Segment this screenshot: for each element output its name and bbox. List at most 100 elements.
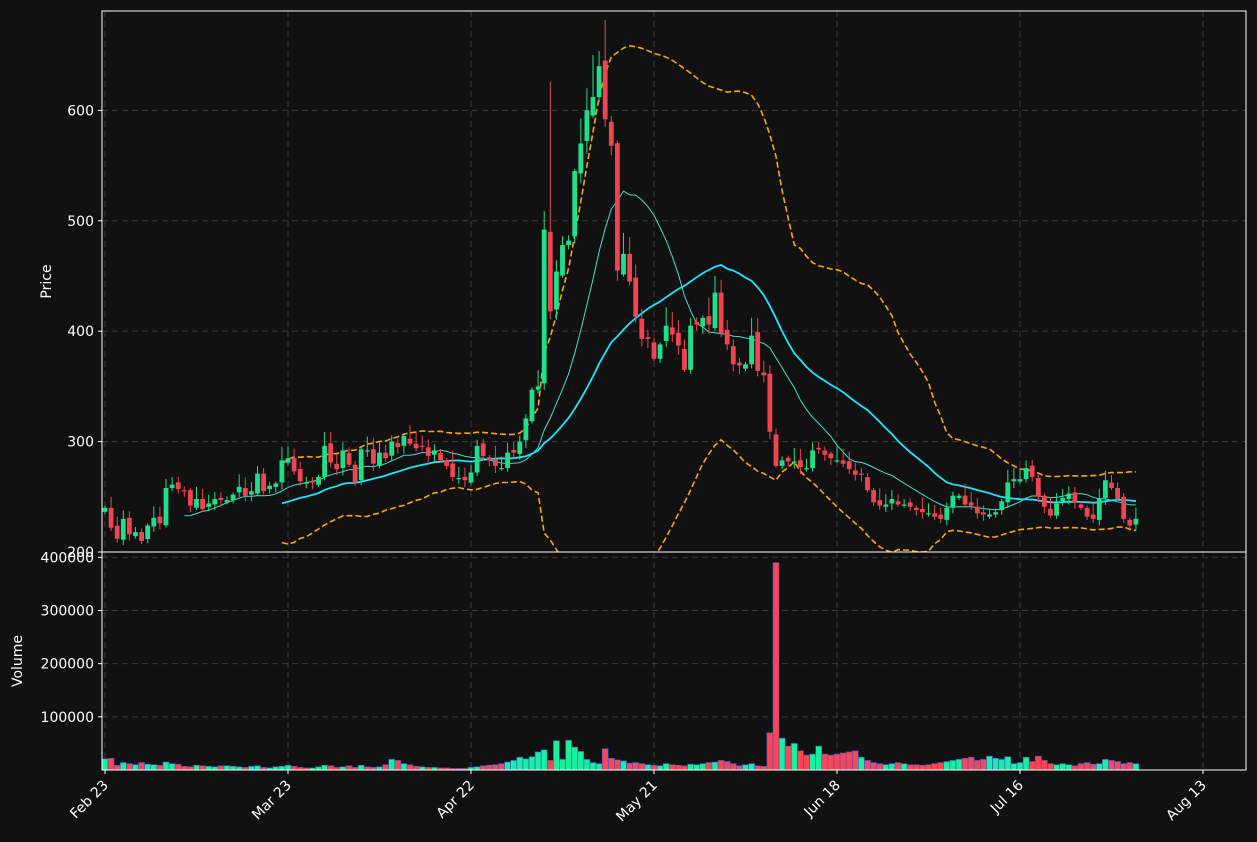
candle-body	[773, 434, 779, 466]
candle-body	[499, 468, 504, 470]
candle-body	[273, 483, 279, 487]
candle-body	[810, 450, 815, 469]
candle-body	[480, 443, 486, 456]
volume-bar	[699, 763, 707, 770]
volume-bar	[955, 759, 963, 770]
candle-body	[505, 452, 510, 469]
candle-body	[682, 348, 687, 370]
candle-body	[889, 499, 895, 504]
candle-body	[511, 450, 517, 453]
candle-body	[932, 513, 937, 517]
candle-body	[218, 497, 224, 501]
candle-body	[419, 445, 425, 447]
candle-body	[108, 507, 114, 528]
xtick-label: Aug 13	[1163, 778, 1209, 824]
candle-body	[310, 481, 315, 483]
candle-body	[596, 66, 602, 98]
volume-bar	[748, 763, 755, 770]
volume-bar	[925, 764, 932, 770]
volume-bar	[736, 765, 743, 770]
volume-bar	[632, 762, 640, 770]
volume-bar	[754, 765, 762, 770]
candle-body	[255, 473, 260, 494]
volume-bar	[199, 765, 206, 770]
candle-body	[236, 486, 242, 493]
candle-body	[127, 517, 132, 535]
volume-bar	[900, 763, 908, 770]
candle-body	[822, 450, 828, 455]
volume-bar	[662, 763, 670, 770]
volume-bar	[174, 763, 182, 770]
candle-body	[901, 504, 907, 506]
candle-body	[322, 446, 327, 477]
candle-body	[316, 476, 321, 485]
volume-bar	[150, 764, 158, 770]
volume-bar	[650, 764, 658, 770]
candle-body	[633, 277, 639, 317]
candle-body	[1103, 480, 1108, 498]
volume-bar	[485, 764, 493, 770]
volume-bar	[772, 562, 780, 770]
volume-bar	[571, 746, 579, 770]
volume-bar	[766, 732, 774, 770]
volume-bar	[851, 750, 859, 770]
volume-bar	[284, 764, 292, 770]
volume-bar	[876, 763, 884, 770]
candle-body	[920, 508, 925, 513]
candle-body	[974, 506, 980, 514]
candle-body	[968, 502, 974, 506]
volume-bar	[729, 763, 737, 770]
volume-bars	[102, 562, 1140, 770]
candle-body	[1121, 496, 1127, 519]
candle-body	[1060, 497, 1066, 502]
candle-body	[425, 447, 431, 456]
candle-body	[883, 504, 889, 507]
volume-bar	[102, 758, 109, 770]
volume-bar	[717, 760, 725, 770]
candle-body	[627, 253, 632, 282]
volume-bar	[961, 758, 969, 770]
volume-bar	[510, 760, 518, 770]
candle-body	[261, 473, 266, 492]
candle-body	[828, 453, 834, 459]
candle-body	[785, 457, 791, 462]
candle-body	[407, 438, 413, 444]
volume-bar	[1108, 760, 1115, 770]
volume-bar	[479, 765, 487, 770]
volume-bar	[540, 749, 548, 770]
price-ytick-label: 300	[67, 435, 94, 451]
volume-bar	[833, 753, 841, 770]
volume-bar	[144, 763, 151, 770]
volume-bar	[1016, 762, 1024, 770]
volume-bar	[498, 763, 505, 770]
candle-body	[987, 514, 992, 517]
volume-ytick-label: 300000	[41, 603, 94, 619]
candle-body	[907, 502, 913, 507]
candle-body	[303, 482, 309, 484]
volume-bar	[492, 764, 499, 770]
volume-bar	[522, 758, 530, 770]
volume-bar	[1041, 760, 1048, 770]
volume-bar	[845, 751, 853, 770]
price-axis-title: Price	[39, 264, 55, 298]
candle-body	[950, 495, 956, 507]
candle-body	[493, 459, 498, 466]
volume-bar	[937, 762, 945, 770]
candle-body	[749, 335, 754, 365]
candle-body	[242, 488, 248, 496]
candle-body	[1005, 482, 1011, 503]
volume-bar	[778, 737, 786, 770]
volume-bar	[1120, 763, 1127, 770]
volume-bar	[394, 760, 402, 770]
volume-bar	[1132, 763, 1140, 770]
volume-ytick-label: 200000	[41, 657, 94, 673]
candle-body	[743, 364, 748, 369]
candle-body	[615, 143, 620, 271]
volume-bar	[229, 765, 237, 770]
candle-body	[432, 450, 437, 455]
candle-body	[200, 499, 205, 509]
candle-body	[1127, 519, 1133, 526]
candle-body	[956, 495, 962, 498]
candle-body	[688, 325, 693, 370]
volume-bar	[827, 754, 835, 770]
